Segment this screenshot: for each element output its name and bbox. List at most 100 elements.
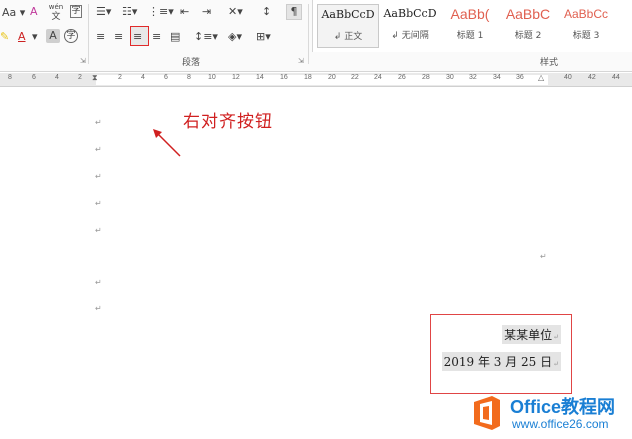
sort-icon[interactable]: ↕ <box>262 5 271 19</box>
logo-title: Office教程网 <box>510 397 616 417</box>
right-indent-marker-icon[interactable]: △ <box>538 73 544 82</box>
style-name: 标题 2 <box>514 31 542 41</box>
ruler-tick: 36 <box>516 74 524 81</box>
document-page[interactable]: 右对齐按钮 ↵ ↵ ↵ ↵ ↵ ↵ ↵ ↵ 某某单位↵ 2019 年 3 月 2… <box>0 88 632 439</box>
align-center-icon[interactable]: ≡ <box>114 30 123 44</box>
paragraph-group-label: 段落 <box>182 57 201 67</box>
ruler-tick: 34 <box>493 74 501 81</box>
justify-icon[interactable]: ≡ <box>152 30 161 44</box>
numbering-icon[interactable]: ☷▾ <box>122 5 137 19</box>
phonetic-top: wén <box>48 3 64 11</box>
ruler-tick: 18 <box>304 74 312 81</box>
font-size-label: Aa <box>2 6 17 19</box>
signature-organization[interactable]: 某某单位↵ <box>502 325 561 344</box>
highlight-icon[interactable]: ✎ <box>0 30 9 44</box>
style-sample: AaBbCcD <box>321 8 375 21</box>
ruler-tick: 12 <box>232 74 240 81</box>
style-sample: AaBbCcD <box>383 7 437 20</box>
font-size-dropdown[interactable]: Aa ▾ <box>2 6 25 20</box>
align-right-icon[interactable]: ≡ <box>133 30 142 44</box>
style-heading-1[interactable]: AaBb( 标题 1 <box>439 4 501 48</box>
clear-format-icon[interactable]: A <box>30 5 38 19</box>
styles-group-label: 样式 <box>540 57 559 67</box>
style-heading-2[interactable]: AaBbC 标题 2 <box>497 4 559 48</box>
paragraph-mark: ↵ <box>95 226 102 235</box>
style-sample: AaBbC <box>505 6 551 22</box>
ruler-tick: 2 <box>78 74 82 81</box>
group-separator <box>308 4 309 64</box>
ruler-tick: 30 <box>446 74 454 81</box>
font-color-icon[interactable]: A <box>18 30 26 44</box>
ruler-tick: 2 <box>118 74 122 81</box>
paragraph-mark: ↵ <box>95 145 102 154</box>
annotation-label: 右对齐按钮 <box>183 112 273 132</box>
ribbon: Aa ▾ A wén 文 字 ✎ A ▾ A 字 ⇲ ☰▾ ☷▾ ⋮≡▾ ⇤ ⇥ … <box>0 0 632 72</box>
ruler-tick: 42 <box>588 74 596 81</box>
phonetic-guide-icon[interactable]: wén 文 <box>48 2 64 22</box>
ruler-tick: 8 <box>187 74 191 81</box>
shading-icon[interactable]: ◈▾ <box>228 30 242 44</box>
indent-marker-icon[interactable]: ⧗ <box>92 73 98 83</box>
style-sample: AaBb( <box>450 6 490 22</box>
ruler-tick: 4 <box>55 74 59 81</box>
ruler-tick: 6 <box>164 74 168 81</box>
show-marks-icon[interactable]: ¶ <box>286 4 302 20</box>
style-name: ↲ 无间隔 <box>391 31 429 41</box>
ruler-tick: 20 <box>328 74 336 81</box>
ruler-tick: 14 <box>256 74 264 81</box>
ruler-tick: 16 <box>280 74 288 81</box>
decrease-indent-icon[interactable]: ⇤ <box>180 5 189 19</box>
style-normal[interactable]: AaBbCcD ↲ 正文 <box>317 4 379 48</box>
phonetic-bottom: 文 <box>51 12 61 22</box>
office-logo-icon <box>474 396 500 430</box>
paragraph-dialog-launcher-icon[interactable]: ⇲ <box>298 57 304 65</box>
enclose-char-icon[interactable]: 字 <box>64 29 78 43</box>
paragraph-mark: ↵ <box>95 304 102 313</box>
paragraph-mark: ↵ <box>95 118 102 127</box>
ruler-tick: 32 <box>469 74 477 81</box>
style-sample: AaBbCc <box>563 7 609 21</box>
chinese-layout-icon[interactable]: ✕▾ <box>228 5 243 19</box>
style-name: 标题 1 <box>456 31 484 41</box>
increase-indent-icon[interactable]: ⇥ <box>202 5 211 19</box>
paragraph-mark: ↵ <box>553 360 559 368</box>
ruler-tick: 4 <box>141 74 145 81</box>
ruler-tick: 40 <box>564 74 572 81</box>
style-name-text: 正文 <box>344 32 363 42</box>
font-color-dropdown-icon[interactable]: ▾ <box>32 30 38 44</box>
ruler-tick: 28 <box>422 74 430 81</box>
line-spacing-icon[interactable]: ↕≡▾ <box>194 30 218 44</box>
ruler-tick: 8 <box>8 74 12 81</box>
style-no-spacing[interactable]: AaBbCcD ↲ 无间隔 <box>379 4 441 48</box>
style-name: ↲ 正文 <box>333 32 363 42</box>
bullets-icon[interactable]: ☰▾ <box>96 5 111 19</box>
paragraph-mark: ↵ <box>540 252 547 261</box>
paragraph-mark: ↵ <box>95 199 102 208</box>
site-logo: Office教程网 www.office26.com <box>466 391 632 437</box>
logo-url: www.office26.com <box>512 417 609 431</box>
borders-icon[interactable]: ⊞▾ <box>256 30 271 44</box>
align-left-icon[interactable]: ≡ <box>96 30 105 44</box>
font-dialog-launcher-icon[interactable]: ⇲ <box>80 57 86 65</box>
style-heading-3[interactable]: AaBbCc 标题 3 <box>555 4 617 48</box>
paragraph-mark: ↵ <box>553 333 559 341</box>
group-separator <box>88 4 89 64</box>
ruler-tick: 22 <box>351 74 359 81</box>
horizontal-ruler[interactable]: 8 6 4 2 ⧗ 2 4 6 8 10 12 14 16 18 20 22 2… <box>0 73 632 87</box>
ruler-tick: 10 <box>208 74 216 81</box>
styles-gallery: AaBbCcD ↲ 正文 AaBbCcD ↲ 无间隔 AaBb( 标题 1 Aa… <box>312 0 632 52</box>
distributed-icon[interactable]: ▤ <box>170 30 180 44</box>
paragraph-mark: ↵ <box>95 278 102 287</box>
multilevel-list-icon[interactable]: ⋮≡▾ <box>148 5 174 19</box>
char-shading-icon[interactable]: A <box>46 29 60 43</box>
ruler-tick: 24 <box>374 74 382 81</box>
style-name: 标题 3 <box>572 31 600 41</box>
ruler-tick: 44 <box>612 74 620 81</box>
ruler-tick: 6 <box>32 74 36 81</box>
char-border-icon[interactable]: 字 <box>70 5 82 18</box>
signature-date[interactable]: 2019 年 3 月 25 日↵ <box>441 352 561 371</box>
paragraph-mark: ↵ <box>95 172 102 181</box>
organization-text: 某某单位 <box>504 328 553 342</box>
ruler-tick: 26 <box>398 74 406 81</box>
date-text: 2019 年 3 月 25 日 <box>443 355 553 369</box>
